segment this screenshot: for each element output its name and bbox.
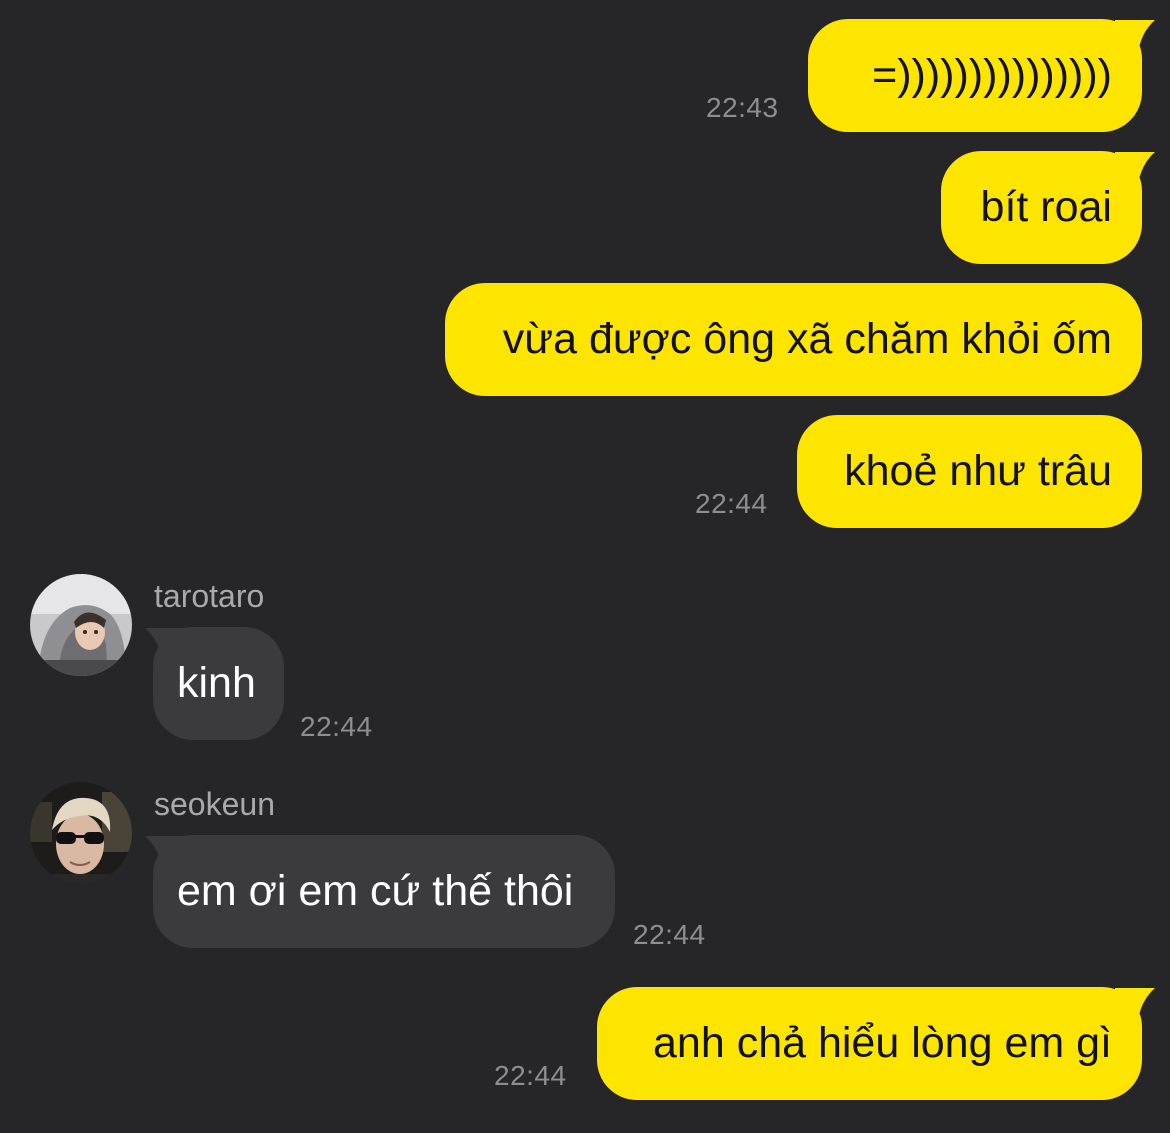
avatar[interactable] [30, 574, 132, 676]
message-bubble[interactable]: kinh [153, 627, 284, 740]
message-text: bít roai [980, 183, 1112, 231]
message-bubble[interactable]: vừa được ông xã chăm khỏi ốm [445, 283, 1142, 396]
message-bubble[interactable]: =))))))))))))))) [808, 19, 1142, 132]
message-timestamp: 22:44 [494, 1060, 567, 1091]
user-avatar-sunglasses-icon [30, 782, 132, 884]
message-text: kinh [177, 659, 256, 707]
message-text: em ơi em cứ thế thôi [177, 867, 574, 915]
message-bubble[interactable]: em ơi em cứ thế thôi [153, 835, 615, 948]
message-text: vừa được ông xã chăm khỏi ốm [502, 315, 1112, 363]
sender-name: tarotaro [154, 578, 265, 614]
message-text: anh chả hiểu lòng em gì [653, 1019, 1112, 1067]
message-text: =))))))))))))))) [872, 51, 1112, 99]
message-timestamp: 22:44 [300, 711, 373, 742]
message-timestamp: 22:44 [695, 488, 768, 519]
message-timestamp: 22:44 [633, 919, 706, 950]
user-avatar-hoodie-icon [30, 574, 132, 676]
avatar[interactable] [30, 782, 132, 884]
message-bubble[interactable]: khoẻ như trâu [797, 415, 1142, 528]
sender-name: seokeun [154, 786, 275, 822]
message-bubble[interactable]: anh chả hiểu lòng em gì [597, 987, 1142, 1100]
message-text: khoẻ như trâu [844, 447, 1112, 495]
message-timestamp: 22:43 [706, 92, 779, 123]
message-bubble[interactable]: bít roai [941, 151, 1142, 264]
